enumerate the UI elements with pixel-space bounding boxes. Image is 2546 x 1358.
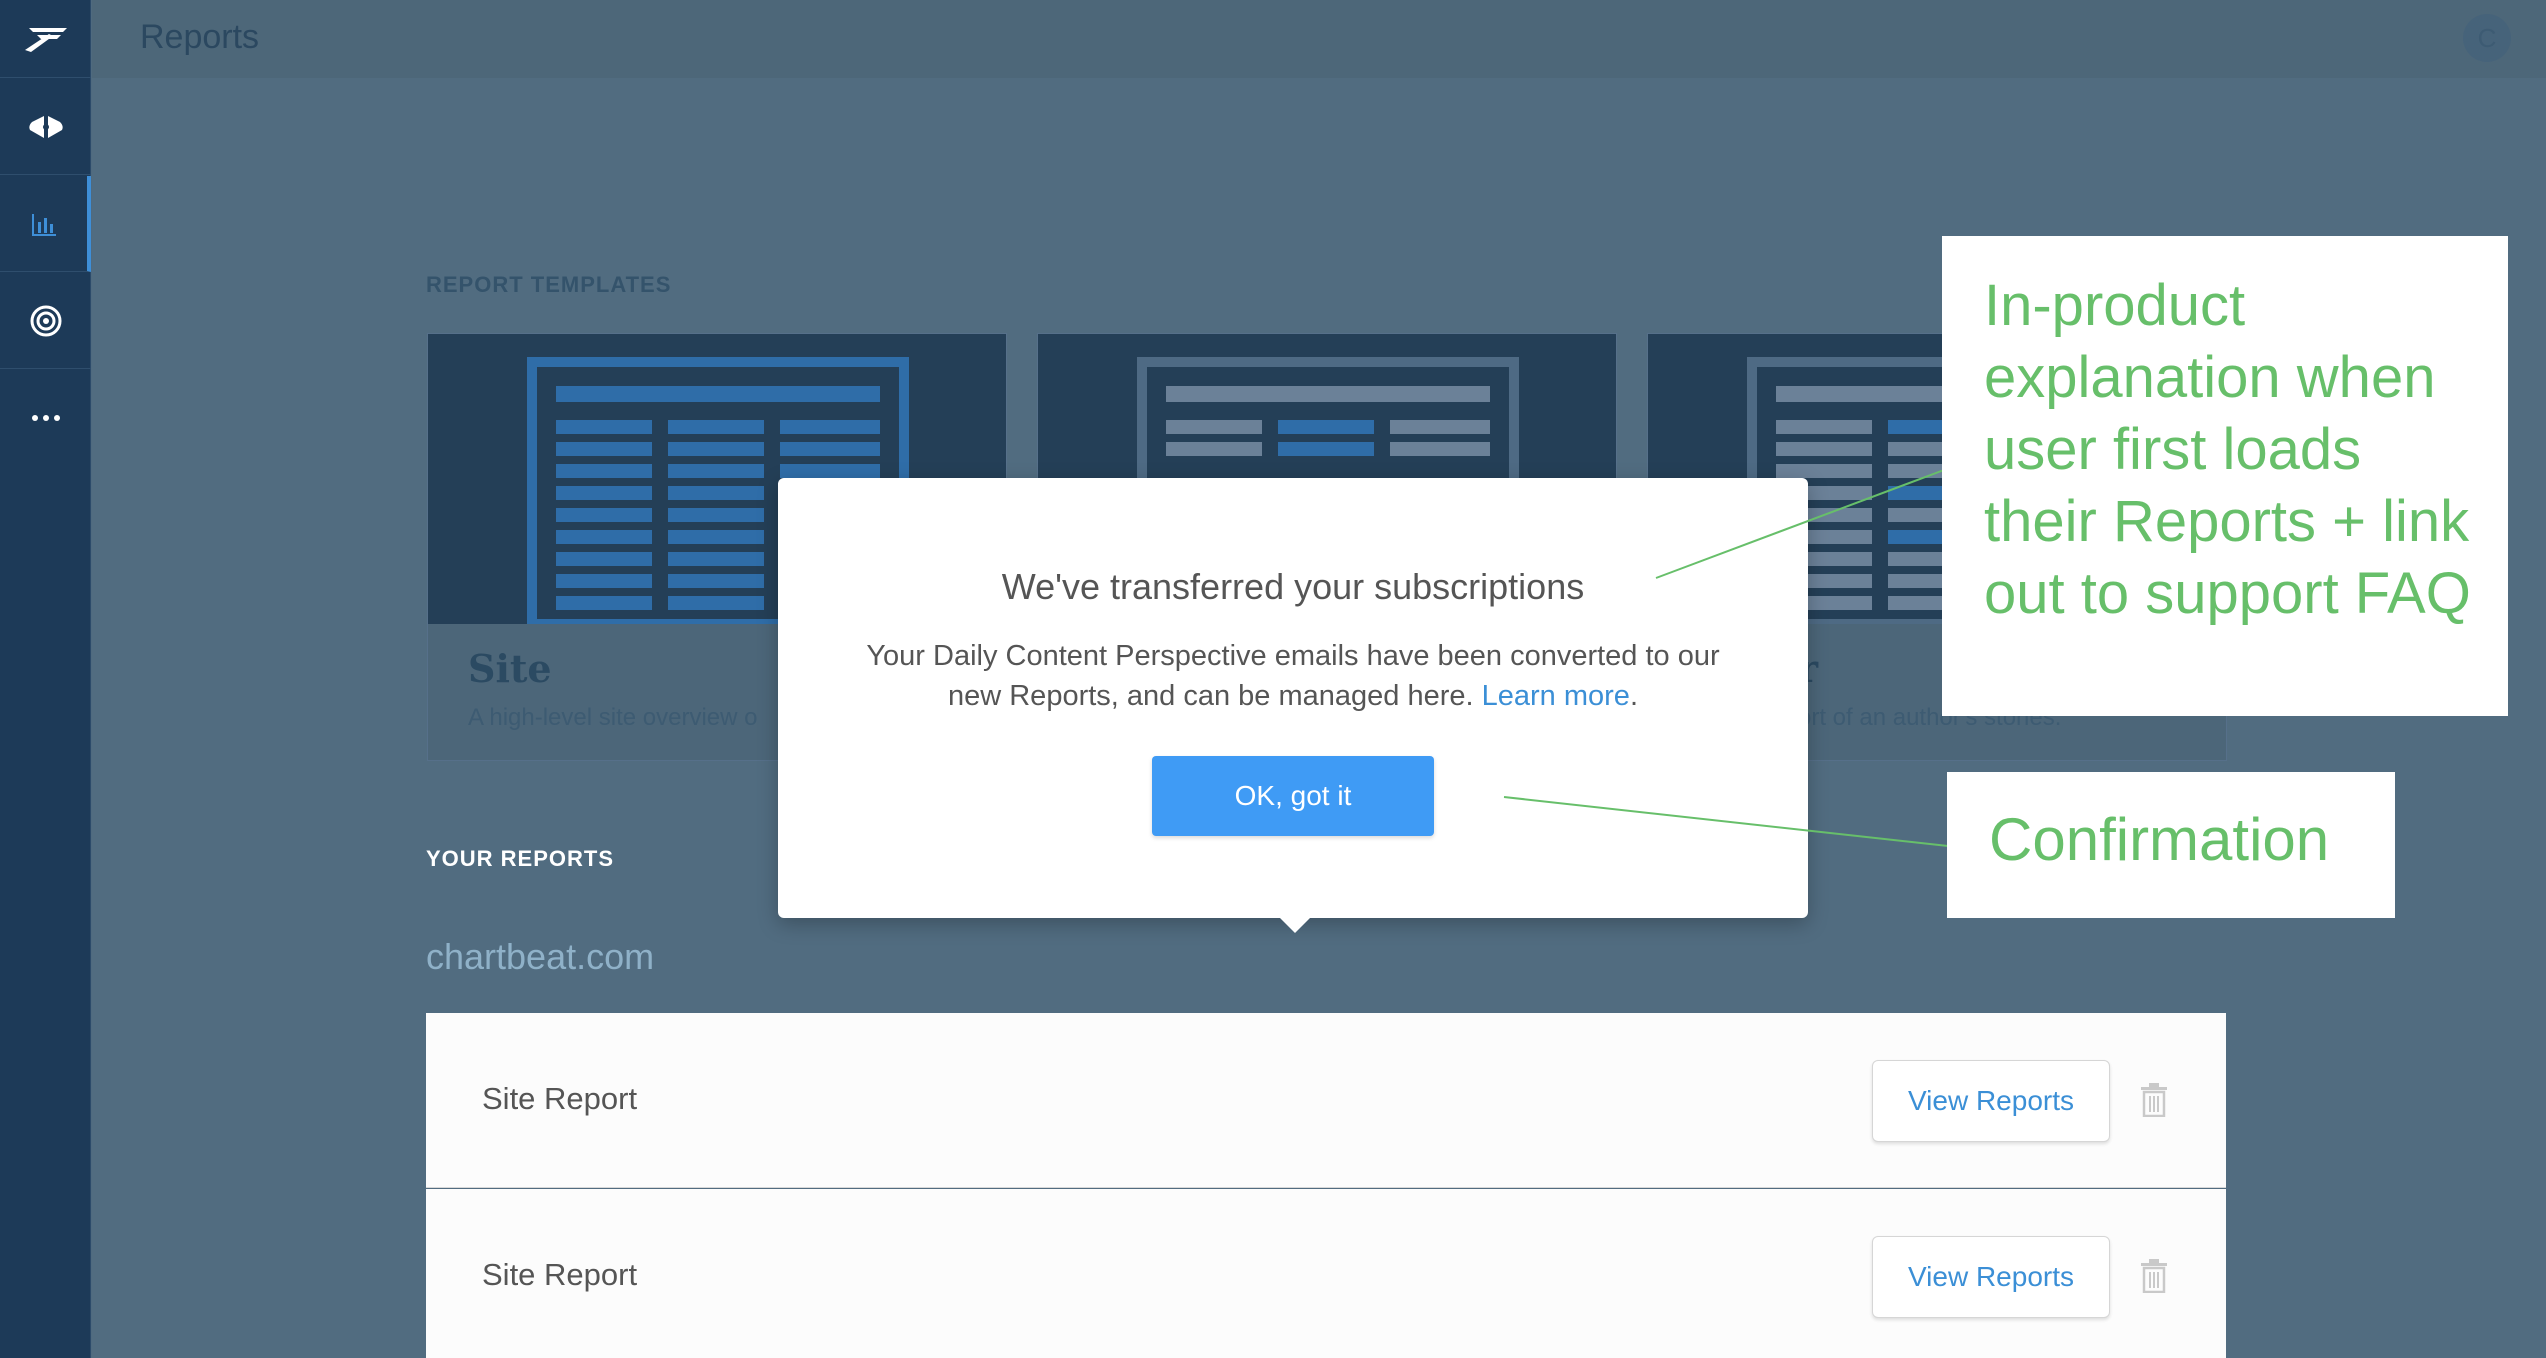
annotation-callout-explanation: In-product explanation when user first l… — [1942, 236, 2508, 716]
annotation-callout-confirmation: Confirmation — [1947, 772, 2395, 918]
